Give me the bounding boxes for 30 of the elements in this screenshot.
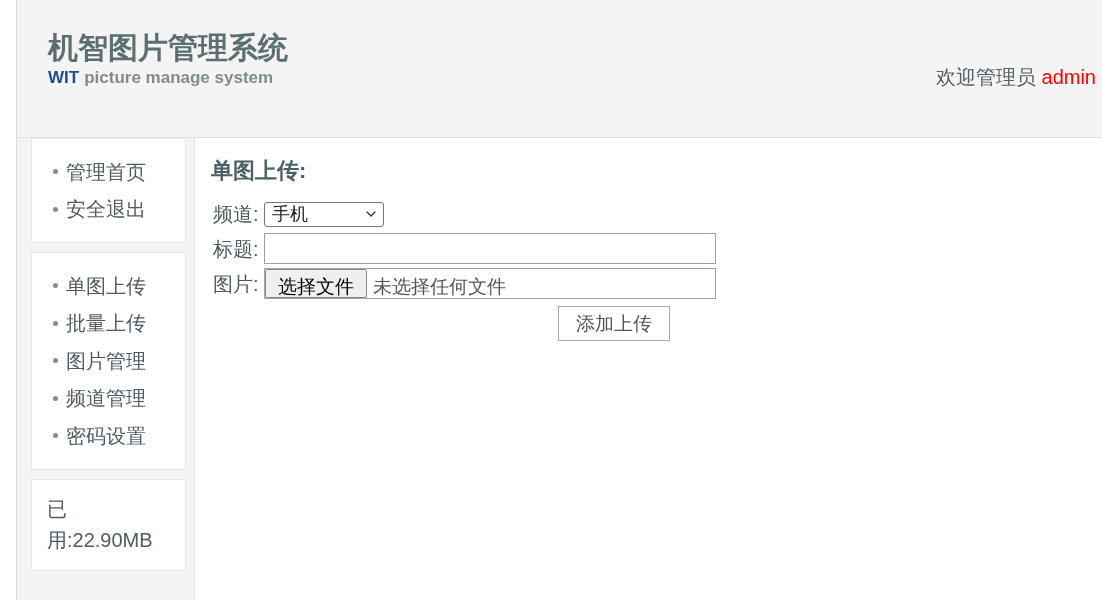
bullet-icon	[53, 358, 58, 364]
sidebar-link[interactable]: 批量上传	[66, 310, 146, 337]
logo-subtitle: picture manage system	[84, 67, 274, 89]
logo-title: 机智图片管理系统	[48, 30, 288, 66]
form-heading: 单图上传:	[211, 157, 308, 185]
bullet-icon	[53, 169, 58, 175]
field-label: 标题:	[213, 236, 260, 262]
logo-brand-text: WIT	[48, 67, 80, 89]
channel-dropdown[interactable]: 手机	[264, 201, 384, 227]
sidebar-link[interactable]: 安全退出	[66, 196, 146, 223]
sidebar-link[interactable]: 管理首页	[66, 158, 146, 185]
file-input-field[interactable]: 选择文件 未选择任何文件	[264, 268, 716, 299]
bullet-icon	[53, 395, 58, 401]
bullet-icon	[53, 433, 58, 439]
username-text: admin	[1041, 65, 1096, 90]
sidebar-link[interactable]: 频道管理	[66, 385, 146, 412]
bullet-icon	[53, 206, 58, 212]
sidebar-link[interactable]: 图片管理	[66, 347, 146, 374]
title-input-field[interactable]	[264, 233, 716, 264]
sidebar-link[interactable]: 密码设置	[66, 422, 146, 449]
bullet-icon	[53, 283, 58, 289]
welcome-text: 欢迎管理员	[935, 65, 1036, 90]
file-status-text: 未选择任何文件	[373, 275, 506, 296]
bullet-icon	[53, 320, 58, 326]
field-label: 图片:	[213, 271, 260, 297]
choose-file-button[interactable]: 选择文件	[265, 269, 367, 298]
field-label: 频道:	[213, 202, 260, 227]
storage-usage-text: 已用:22.90MB	[47, 496, 154, 553]
submit-button[interactable]: 添加上传	[558, 306, 670, 341]
sidebar-link[interactable]: 单图上传	[66, 272, 146, 299]
